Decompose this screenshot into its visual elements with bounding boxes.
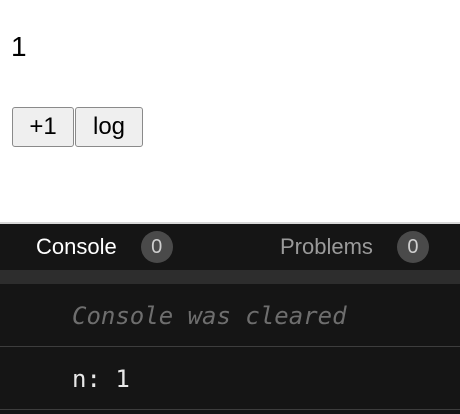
preview-pane: 1 +1 log [0, 0, 460, 222]
tab-problems[interactable]: Problems 0 [280, 224, 429, 270]
tab-console-label: Console [36, 234, 117, 259]
console-toolbar [0, 270, 460, 284]
console-line-divider [0, 409, 460, 410]
console-line-divider [0, 346, 460, 347]
console-line-cleared: Console was cleared [72, 302, 347, 330]
increment-button[interactable]: +1 [12, 107, 74, 147]
button-row: +1 log [12, 107, 143, 147]
problems-count-badge: 0 [396, 231, 429, 263]
tab-console[interactable]: Console 0 [36, 224, 173, 270]
console-line-log: n: 1 [72, 365, 130, 393]
console-output: Console was cleared n: 1 [0, 284, 460, 414]
devtools-panel: Console 0 Problems 0 Console was cleared… [0, 222, 460, 414]
console-count-badge: 0 [140, 231, 173, 263]
tab-problems-label: Problems [280, 234, 373, 259]
log-button[interactable]: log [75, 107, 143, 147]
counter-value: 1 [11, 31, 27, 62]
devtools-tabbar: Console 0 Problems 0 [0, 224, 460, 270]
